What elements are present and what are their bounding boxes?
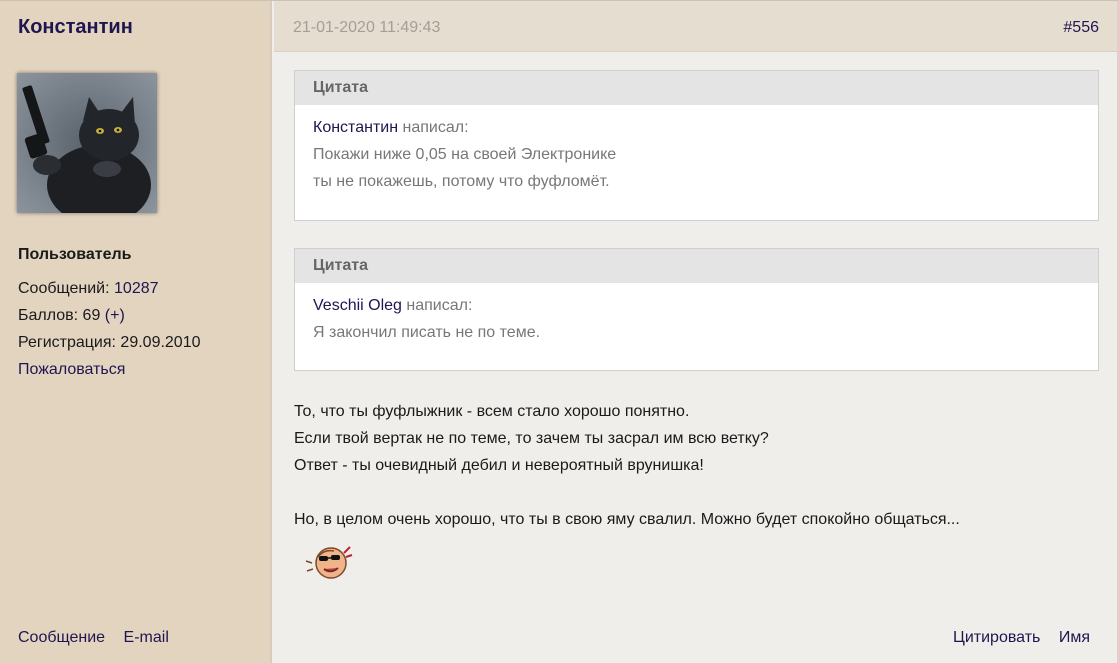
- quote-body: Константин написал: Покажи ниже 0,05 на …: [295, 105, 1098, 195]
- author-posts-count: Сообщений: 10287: [18, 280, 159, 298]
- name-button[interactable]: Имя: [1059, 629, 1090, 646]
- post-message: То, что ты фуфлыжник - всем стало хорошо…: [294, 398, 1099, 533]
- message-line: То, что ты фуфлыжник - всем стало хорошо…: [294, 403, 690, 420]
- quote-attribution: Константин написал:: [313, 114, 1080, 141]
- report-link[interactable]: Пожаловаться: [18, 361, 125, 379]
- post-header: 21-01-2020 11:49:43 #556: [274, 1, 1117, 52]
- post-date: 21-01-2020 11:49:43: [293, 19, 441, 36]
- post-actions: Цитировать Имя: [939, 629, 1090, 647]
- author-role: Пользователь: [18, 246, 132, 263]
- quote-block: Цитата Veschii Oleg написал: Я закончил …: [294, 248, 1099, 371]
- forum-post: Константин Пользователь Сообщений: 10287…: [0, 0, 1119, 663]
- author-contact-links: Сообщение E-mail: [18, 629, 183, 647]
- quote-button[interactable]: Цитировать: [953, 629, 1040, 646]
- message-line: Ответ - ты очевидный дебил и невероятный…: [294, 457, 704, 474]
- quote-author-link[interactable]: Константин: [313, 119, 398, 136]
- message-line: Если твой вертак не по теме, то зачем ты…: [294, 430, 769, 447]
- points-label: Баллов: 69: [18, 307, 101, 324]
- quote-block: Цитата Константин написал: Покажи ниже 0…: [294, 70, 1099, 221]
- quote-line: ты не покажешь, потому что фуфломёт.: [313, 173, 610, 190]
- posts-count-link[interactable]: 10287: [114, 280, 159, 297]
- quote-wrote-label: написал:: [401, 297, 473, 314]
- points-plus-link[interactable]: (+): [105, 307, 125, 324]
- cat-with-gun-avatar: [17, 73, 157, 213]
- email-link[interactable]: E-mail: [124, 629, 169, 646]
- quote-wrote-label: написал:: [398, 119, 469, 136]
- author-name-link[interactable]: Константин: [18, 16, 133, 39]
- quote-line: Я закончил писать не по теме.: [313, 324, 541, 341]
- quote-author-link[interactable]: Veschii Oleg: [313, 297, 402, 314]
- author-sidebar: Константин Пользователь Сообщений: 10287…: [0, 1, 272, 663]
- message-link[interactable]: Сообщение: [18, 629, 105, 646]
- quote-body: Veschii Oleg написал: Я закончил писать …: [295, 283, 1098, 346]
- post-content: 21-01-2020 11:49:43 #556 Цитата Констант…: [274, 1, 1117, 663]
- posts-label: Сообщений:: [18, 280, 110, 297]
- author-registration: Регистрация: 29.09.2010: [18, 334, 201, 351]
- quote-attribution: Veschii Oleg написал:: [313, 292, 1080, 319]
- author-points: Баллов: 69 (+): [18, 307, 125, 325]
- quote-header: Цитата: [295, 71, 1098, 105]
- post-number-link[interactable]: #556: [1063, 19, 1099, 37]
- quote-line: Покажи ниже 0,05 на своей Электронике: [313, 146, 617, 163]
- quote-header: Цитата: [295, 249, 1098, 283]
- message-line: Но, в целом очень хорошо, что ты в свою …: [294, 511, 960, 528]
- cool-sunglasses-smiley-icon: [304, 541, 354, 583]
